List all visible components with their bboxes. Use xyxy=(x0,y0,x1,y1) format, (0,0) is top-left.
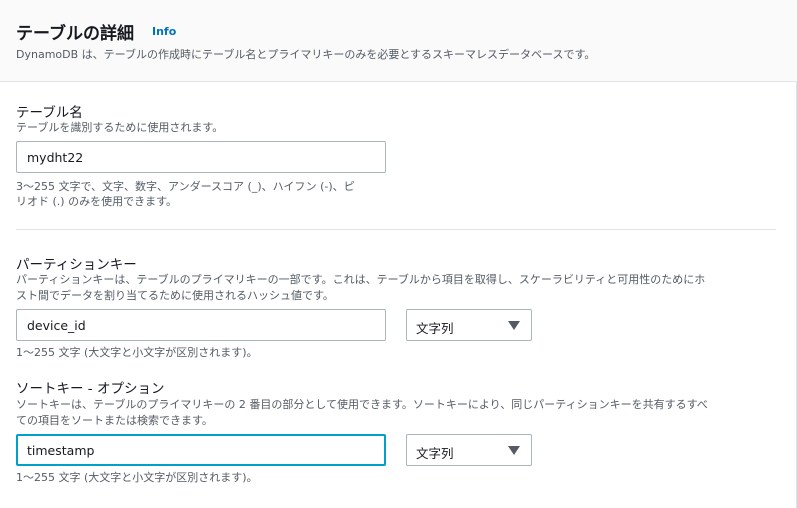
sort-key-description-1: ソートキーは、テーブルのプライマリキーの 2 番目の部分として使用できます。ソー… xyxy=(16,398,708,411)
caret-down-icon xyxy=(508,446,520,455)
partition-key-type-value: 文字列 xyxy=(416,321,454,336)
table-name-description: テーブルを識別するために使用されます。 xyxy=(16,121,224,134)
partition-key-description-1: パーティションキーは、テーブルのプライマリキーの一部です。これは、テーブルから項… xyxy=(16,273,706,286)
sort-key-type-select[interactable]: 文字列 xyxy=(406,434,532,466)
panel-description: DynamoDB は、テーブルの作成時にテーブル名とプライマリキーのみを必要とす… xyxy=(16,48,596,61)
sort-key-hint: 1〜255 文字 (大文字と小文字が区別されます)。 xyxy=(16,471,258,484)
partition-key-description-2: スト間でデータを割り当てるために使用されるハッシュ値です。 xyxy=(16,289,334,302)
partition-key-label: パーティションキー xyxy=(16,257,137,273)
sort-key-type-value: 文字列 xyxy=(416,446,454,461)
table-name-hint-2: リオド (.) のみを使用できます。 xyxy=(16,195,177,208)
partition-key-input[interactable] xyxy=(16,309,386,341)
section-divider xyxy=(16,229,776,230)
partition-key-hint: 1〜255 文字 (大文字と小文字が区別されます)。 xyxy=(16,346,258,359)
partition-key-type-select[interactable]: 文字列 xyxy=(406,309,532,341)
sort-key-label: ソートキー - オプション xyxy=(16,381,165,397)
caret-down-icon xyxy=(508,321,520,330)
info-link[interactable]: Info xyxy=(152,25,176,38)
sort-key-input[interactable] xyxy=(16,434,386,466)
panel-title: テーブルの詳細 xyxy=(16,24,134,44)
table-name-input[interactable] xyxy=(16,141,386,173)
table-name-label: テーブル名 xyxy=(16,105,83,121)
sort-key-description-2: ての項目をソートまたは検索できます。 xyxy=(16,414,213,427)
table-details-header: テーブルの詳細 Info DynamoDB は、テーブルの作成時にテーブル名とプ… xyxy=(0,0,797,82)
table-name-hint-1: 3〜255 文字で、文字、数字、アンダースコア (_)、ハイフン (-)、ピ xyxy=(16,180,355,193)
